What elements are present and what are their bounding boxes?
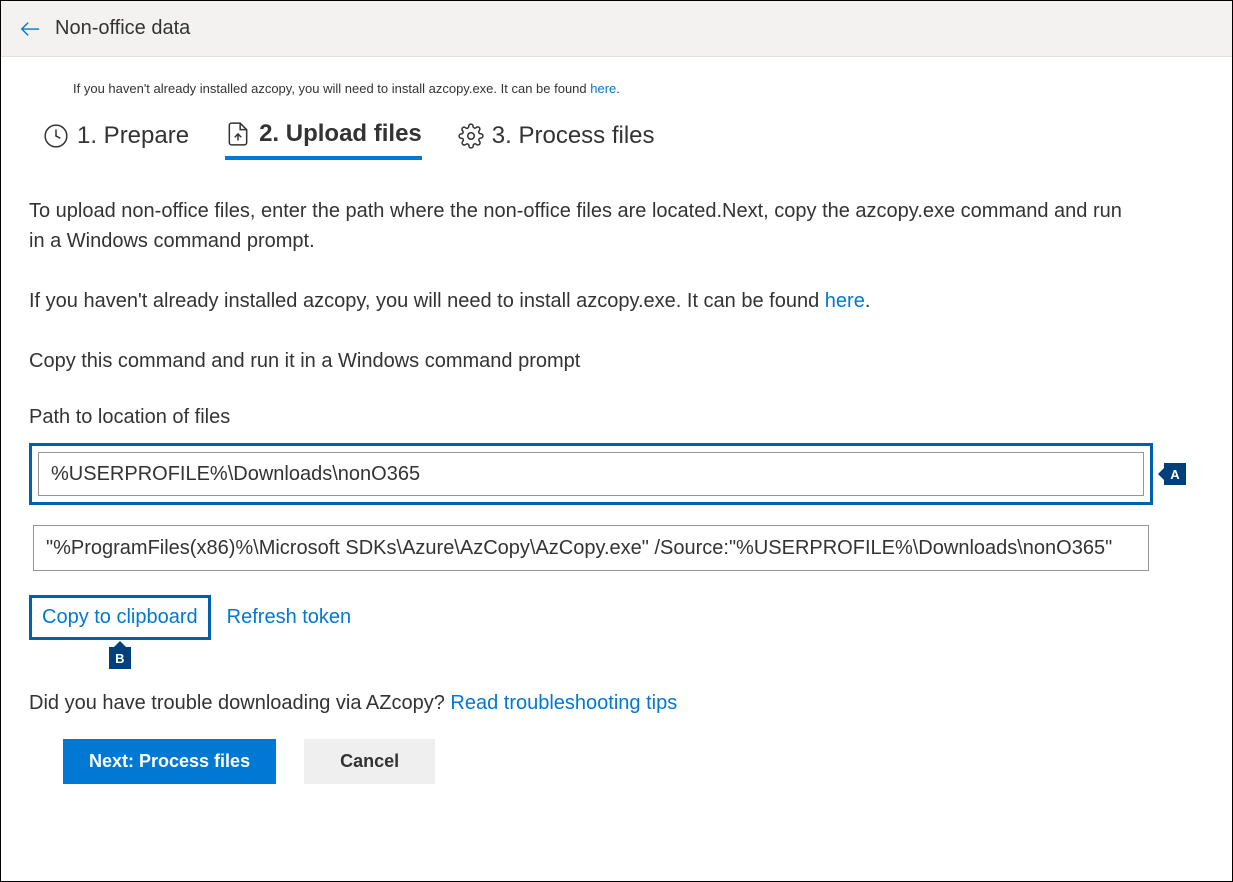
copy-button-highlight: Copy to clipboard B <box>29 595 211 640</box>
next-process-files-button[interactable]: Next: Process files <box>63 739 276 784</box>
refresh-token-button[interactable]: Refresh token <box>227 606 352 629</box>
copy-instruction: Copy this command and run it in a Window… <box>29 346 1129 376</box>
copy-to-clipboard-button[interactable]: Copy to clipboard <box>42 606 198 629</box>
install-line-prefix: If you haven't already installed azcopy,… <box>29 290 825 312</box>
install-here-link-top[interactable]: here <box>590 81 616 96</box>
wizard-tabs: 1. Prepare 2. Upload files 3. Process fi… <box>43 120 1204 160</box>
install-line-suffix: . <box>865 290 871 312</box>
path-input[interactable] <box>38 452 1144 496</box>
install-note-top: If you haven't already installed azcopy,… <box>73 81 1204 96</box>
page-title: Non-office data <box>55 17 190 40</box>
page-header: Non-office data <box>1 1 1232 57</box>
file-upload-icon <box>225 121 251 147</box>
callout-a: A <box>1164 463 1186 485</box>
cancel-button[interactable]: Cancel <box>304 739 435 784</box>
install-here-link[interactable]: here <box>825 290 865 312</box>
tab-prepare-label: 1. Prepare <box>77 122 189 150</box>
command-output: "%ProgramFiles(x86)%\Microsoft SDKs\Azur… <box>33 525 1149 571</box>
tab-upload-label: 2. Upload files <box>259 120 422 148</box>
tab-process-label: 3. Process files <box>492 122 655 150</box>
troubleshooting-link[interactable]: Read troubleshooting tips <box>450 692 677 714</box>
tab-prepare[interactable]: 1. Prepare <box>43 122 189 158</box>
tab-process-files[interactable]: 3. Process files <box>458 122 655 158</box>
trouble-prefix: Did you have trouble downloading via AZc… <box>29 692 450 714</box>
install-line: If you haven't already installed azcopy,… <box>29 286 1129 316</box>
tab-upload-files[interactable]: 2. Upload files <box>225 120 422 160</box>
intro-text: To upload non-office files, enter the pa… <box>29 196 1129 256</box>
clock-icon <box>43 123 69 149</box>
path-label: Path to location of files <box>29 406 1204 429</box>
install-note-text: If you haven't already installed azcopy,… <box>73 81 590 96</box>
back-arrow-icon[interactable] <box>19 18 41 40</box>
path-input-highlight: A <box>29 443 1153 505</box>
trouble-line: Did you have trouble downloading via AZc… <box>29 692 1204 715</box>
gear-icon <box>458 123 484 149</box>
callout-b: B <box>109 647 131 669</box>
install-note-suffix: . <box>616 81 620 96</box>
